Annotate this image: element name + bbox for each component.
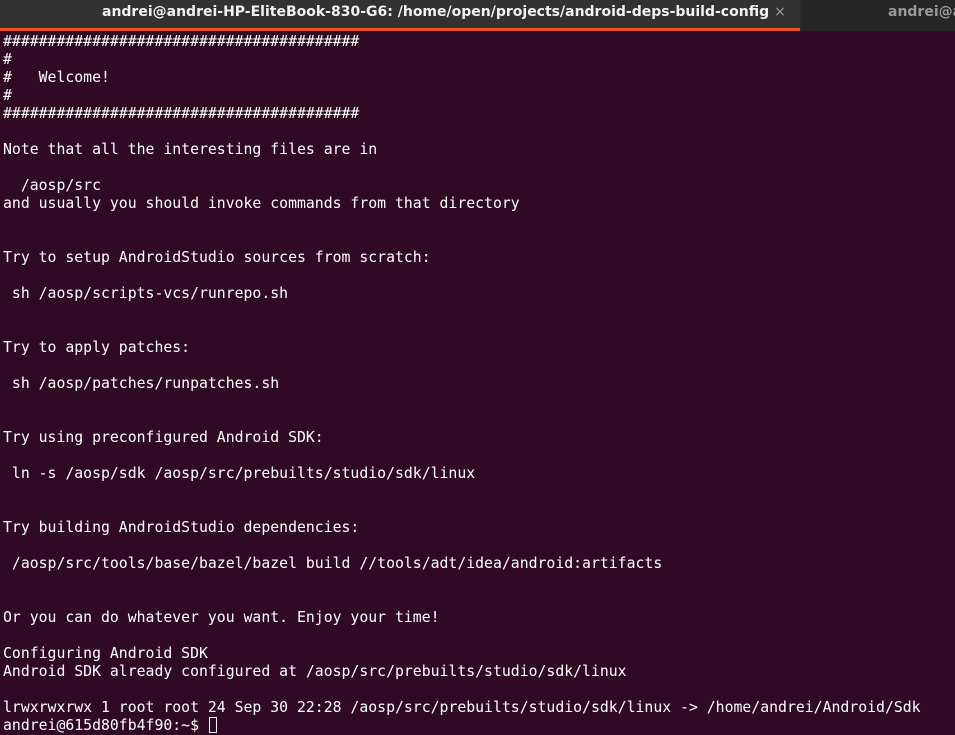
terminal-line: Try building AndroidStudio dependencies: [3,519,360,536]
terminal-line: Configuring Android SDK [3,645,208,662]
terminal-line: Try using preconfigured Android SDK: [3,429,324,446]
terminal-line: sh /aosp/scripts-vcs/runrepo.sh [3,285,289,302]
text-cursor [208,717,217,733]
terminal-line: /aosp/src [3,177,101,194]
terminal-line: Try to setup AndroidStudio sources from … [3,249,431,266]
terminal-line: Or you can do whatever you want. Enjoy y… [3,609,440,626]
terminal-line: Android SDK already configured at /aosp/… [3,663,627,680]
tab-inactive[interactable]: andrei@andrei-HP-EliteBook-830-G6: ~ [801,0,955,31]
terminal-line: ######################################## [3,105,360,122]
shell-prompt: andrei@615d80fb4f90:~$ [3,717,208,734]
terminal-line: /aosp/src/tools/base/bazel/bazel build /… [3,555,663,572]
terminal-line: ln -s /aosp/sdk /aosp/src/prebuilts/stud… [3,465,476,482]
terminal-line: Try to apply patches: [3,339,191,356]
close-icon[interactable]: × [772,4,788,20]
tab-title: andrei@andrei-HP-EliteBook-830-G6: ~ [888,4,955,20]
active-tab-indicator [0,28,800,31]
tab-bar: andrei@andrei-HP-EliteBook-830-G6: /home… [0,0,955,32]
terminal-line: Note that all the interesting files are … [3,141,378,158]
terminal-line: # [3,87,12,104]
terminal-line: ######################################## [3,33,360,50]
terminal-line: # Welcome! [3,69,110,86]
terminal-window: andrei@andrei-HP-EliteBook-830-G6: /home… [0,0,955,735]
terminal-line: sh /aosp/patches/runpatches.sh [3,375,280,392]
tab-active[interactable]: andrei@andrei-HP-EliteBook-830-G6: /home… [0,0,800,31]
terminal-line: lrwxrwxrwx 1 root root 24 Sep 30 22:28 /… [3,699,921,716]
terminal-line: and usually you should invoke commands f… [3,195,520,212]
tab-title: andrei@andrei-HP-EliteBook-830-G6: /home… [102,4,770,20]
terminal-line: # [3,51,12,68]
terminal-output[interactable]: ########################################… [3,33,953,735]
prompt-line[interactable]: andrei@615d80fb4f90:~$ [3,717,953,735]
